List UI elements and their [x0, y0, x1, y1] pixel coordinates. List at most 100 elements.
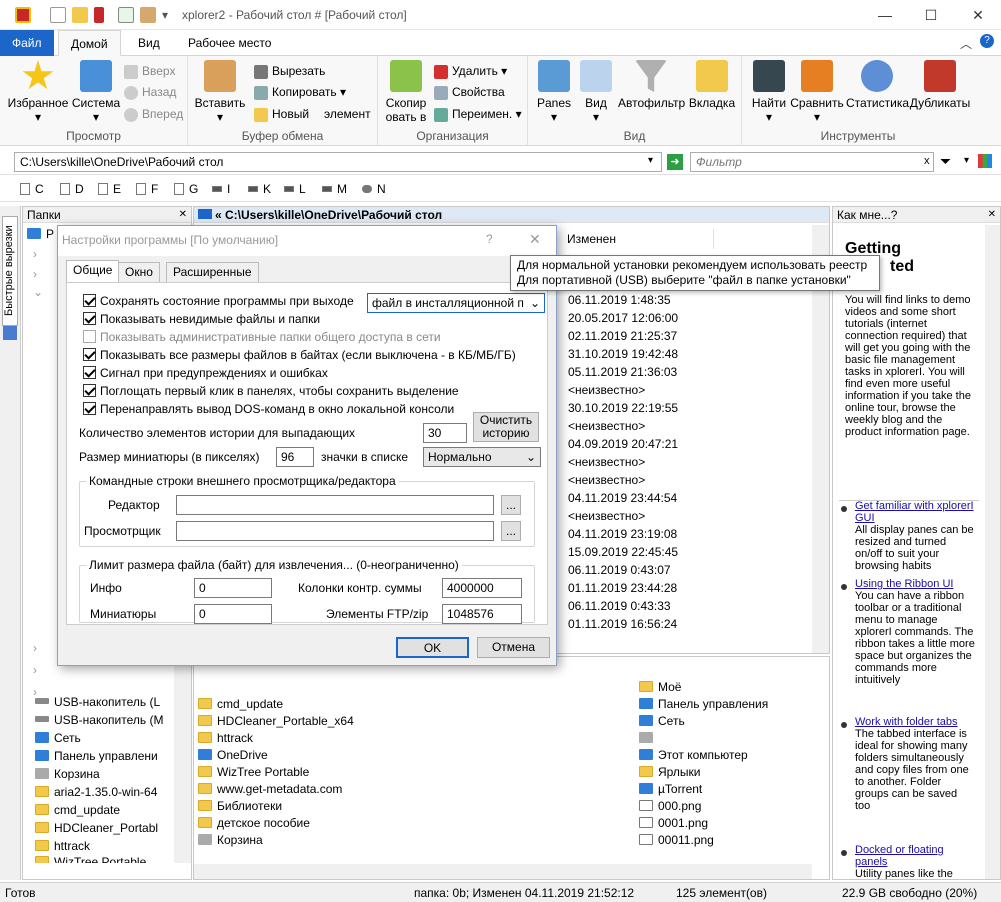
app-icon[interactable]: [15, 7, 31, 23]
option-checkbox[interactable]: Сохранять состояние программы при выходе: [83, 293, 354, 310]
bottom-hscrollbar[interactable]: [194, 864, 812, 879]
open-folder-icon[interactable]: [72, 7, 88, 23]
tab-workspace[interactable]: Рабочее место: [176, 30, 283, 56]
properties-button[interactable]: Свойства: [434, 83, 505, 101]
stats-button[interactable]: Статистика: [846, 60, 909, 110]
filter-dropdown-icon[interactable]: ▾: [964, 155, 969, 166]
compare-button[interactable]: Сравнить ▾: [790, 60, 844, 124]
icons-size-select[interactable]: Нормально ⌄: [423, 447, 541, 467]
tree-item[interactable]: HDCleaner_Portabl: [35, 819, 158, 837]
file-list-item[interactable]: µTorrent: [639, 780, 702, 798]
copy-to-button[interactable]: Скопир овать в: [382, 60, 430, 124]
tree-expand-icon[interactable]: ›: [33, 639, 37, 657]
rename-button[interactable]: Переимен. ▾: [434, 105, 522, 123]
file-list-item[interactable]: WizTree Portable: [198, 763, 309, 781]
new-element-button[interactable]: элемент: [324, 105, 371, 123]
thumbnail-size-input[interactable]: 96: [276, 447, 314, 467]
drive-g[interactable]: G: [174, 182, 198, 196]
delete-button[interactable]: Удалить ▾: [434, 62, 507, 80]
help-icon[interactable]: ?: [980, 34, 994, 48]
file-list-item[interactable]: OneDrive: [198, 746, 268, 764]
option-checkbox[interactable]: Сигнал при предупреждениях и ошибках: [83, 365, 328, 382]
drive-d[interactable]: D: [60, 182, 84, 196]
tree-item[interactable]: cmd_update: [35, 801, 120, 819]
drive-f[interactable]: F: [136, 182, 158, 196]
system-button[interactable]: Система ▾: [70, 60, 122, 124]
quick-clips-tab[interactable]: Быстрые вырезки: [2, 216, 18, 326]
state-storage-select[interactable]: файл в инсталляционной п ⌄: [367, 293, 545, 313]
checkbox-icon[interactable]: [83, 402, 96, 415]
drive-i[interactable]: I: [212, 182, 230, 196]
editor-input[interactable]: [176, 495, 494, 515]
checkbox-icon[interactable]: [83, 312, 96, 325]
file-list-item[interactable]: детское пособие: [198, 814, 310, 832]
tree-item[interactable]: WizTree Portable: [35, 853, 146, 863]
tab-home[interactable]: Домой: [58, 30, 121, 56]
help-link[interactable]: Get familiar with xplorerI GUI: [855, 500, 974, 524]
favorites-button[interactable]: Избранное ▾: [6, 60, 70, 124]
help-scrollbar[interactable]: [983, 225, 1000, 879]
up-button[interactable]: Вверх: [124, 62, 175, 80]
clear-filter-icon[interactable]: x: [924, 155, 930, 167]
tree-item[interactable]: Сеть: [35, 729, 81, 747]
option-checkbox[interactable]: Показывать все размеры файлов в байтах (…: [83, 347, 516, 364]
option-checkbox[interactable]: Перенаправлять вывод DOS-команд в окно л…: [83, 401, 454, 418]
drive-k[interactable]: K: [248, 182, 271, 196]
file-list-item[interactable]: cmd_update: [198, 695, 283, 713]
file-list-item[interactable]: HDCleaner_Portable_x64: [198, 712, 354, 730]
tree-item[interactable]: USB-накопитель (M: [35, 711, 163, 729]
tree-item[interactable]: USB-накопитель (L: [35, 693, 160, 711]
go-arrow-icon[interactable]: ➜: [667, 154, 683, 170]
address-input[interactable]: C:\Users\kille\OneDrive\Рабочий стол: [14, 152, 662, 172]
tree-expand-icon[interactable]: ⌄: [33, 283, 43, 301]
file-list-item[interactable]: Панель управления: [639, 695, 768, 713]
info-input[interactable]: 0: [194, 578, 272, 598]
notepad-icon[interactable]: [118, 7, 134, 23]
drive-c[interactable]: C: [20, 182, 44, 196]
file-list-item[interactable]: www.get-metadata.com: [198, 780, 342, 798]
file-list-item[interactable]: httrack: [198, 729, 253, 747]
checksum-input[interactable]: 4000000: [442, 578, 522, 598]
tree-item[interactable]: Р: [27, 225, 54, 243]
tab-advanced[interactable]: Расширенные: [166, 262, 259, 282]
tree-expand-icon[interactable]: ›: [33, 265, 37, 283]
checkbox-icon[interactable]: [83, 366, 96, 379]
panes-button[interactable]: Panes ▾: [532, 60, 576, 124]
tree-expand-icon[interactable]: ›: [33, 661, 37, 679]
thumbnails-input[interactable]: 0: [194, 604, 272, 624]
tab-button[interactable]: Вкладка: [686, 60, 738, 110]
drive-n[interactable]: N: [362, 182, 386, 196]
cancel-button[interactable]: Отмена: [477, 637, 550, 658]
clear-history-button[interactable]: Очистить историю: [473, 412, 539, 442]
tab-window[interactable]: Окно: [118, 262, 160, 282]
autofilter-button[interactable]: Автофильтр: [618, 60, 685, 110]
help-link[interactable]: Work with folder tabs: [855, 716, 958, 728]
file-list-item[interactable]: 0001.png: [639, 814, 708, 832]
tab-general[interactable]: Общие: [66, 260, 120, 282]
file-list-item[interactable]: Ярлыки: [639, 763, 701, 781]
checkbox-icon[interactable]: [83, 384, 96, 397]
hand-icon[interactable]: [140, 7, 156, 23]
new-item-button[interactable]: Новый: [254, 105, 309, 123]
dialog-close-icon[interactable]: ✕: [529, 231, 541, 248]
drive-l[interactable]: L: [284, 182, 306, 196]
viewer-input[interactable]: [176, 521, 494, 541]
view-button[interactable]: Вид ▾: [578, 60, 614, 124]
checkbox-icon[interactable]: [83, 330, 96, 343]
file-list-item[interactable]: Моё: [639, 678, 681, 696]
new-window-icon[interactable]: [50, 7, 66, 23]
option-checkbox[interactable]: Показывать административные папки общего…: [83, 329, 441, 346]
drive-m[interactable]: M: [322, 182, 347, 196]
option-checkbox[interactable]: Поглощать первый клик в панелях, чтобы с…: [83, 383, 459, 400]
file-list-item[interactable]: 00011.png: [639, 831, 714, 849]
forward-button[interactable]: Вперед: [124, 105, 183, 123]
bookmark-icon[interactable]: [94, 7, 104, 23]
collapse-ribbon-icon[interactable]: ︿: [960, 35, 972, 52]
tree-item[interactable]: Панель управлени: [35, 747, 158, 765]
close-icon[interactable]: ✕: [955, 0, 1001, 30]
filter-funnel-icon[interactable]: ⏷: [940, 153, 951, 170]
find-button[interactable]: Найти ▾: [746, 60, 792, 124]
address-dropdown-icon[interactable]: ▾: [648, 155, 653, 166]
file-list-item[interactable]: Корзина: [198, 831, 263, 849]
close-pane-icon[interactable]: ✕: [988, 207, 996, 223]
